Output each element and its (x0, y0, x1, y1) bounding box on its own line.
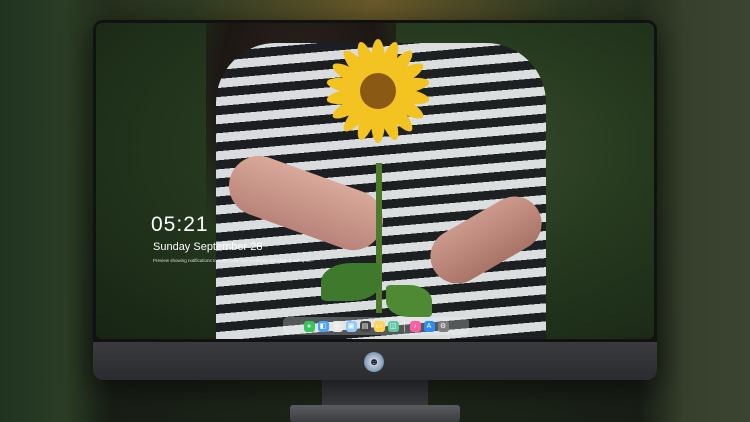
music-icon[interactable]: ♪ (409, 320, 421, 332)
messages-icon[interactable]: ● (303, 320, 315, 332)
sunflower-leaf (386, 285, 432, 317)
monitor-stand-base (290, 405, 460, 422)
lock-screen-time: 05:21 (151, 213, 209, 236)
dock: ● ◧ ◎ ▣ ▤ ▭ ◫ ♪ A ⚙ (283, 317, 469, 335)
clapper-icon[interactable]: ▤ (359, 320, 371, 332)
lock-screen: 05:21 Sunday September 28 Preview showin… (96, 23, 654, 339)
finder-icon[interactable]: ◧ (317, 320, 329, 332)
settings-icon[interactable]: ⚙ (437, 320, 449, 332)
notes-icon[interactable]: ▭ (373, 320, 385, 332)
sunflower-image (326, 39, 430, 143)
monitor: 05:21 Sunday September 28 Preview showin… (93, 20, 657, 380)
safari-icon[interactable]: ◎ (331, 320, 343, 332)
sunflower-center (360, 73, 396, 109)
dock-separator (403, 320, 405, 332)
sunflower-leaf (321, 263, 381, 301)
photos-icon[interactable]: ◫ (387, 320, 399, 332)
brand-logo-icon: ☻ (364, 352, 384, 372)
monitor-stand-neck (322, 380, 428, 406)
monitor-chin: ☻ (93, 342, 657, 380)
preview-icon[interactable]: ▣ (345, 320, 357, 332)
lock-screen-notification: Preview showing notifications to watch y… (153, 258, 313, 263)
lock-screen-date: Sunday September 28 (153, 241, 263, 253)
app-store-icon[interactable]: A (423, 320, 435, 332)
